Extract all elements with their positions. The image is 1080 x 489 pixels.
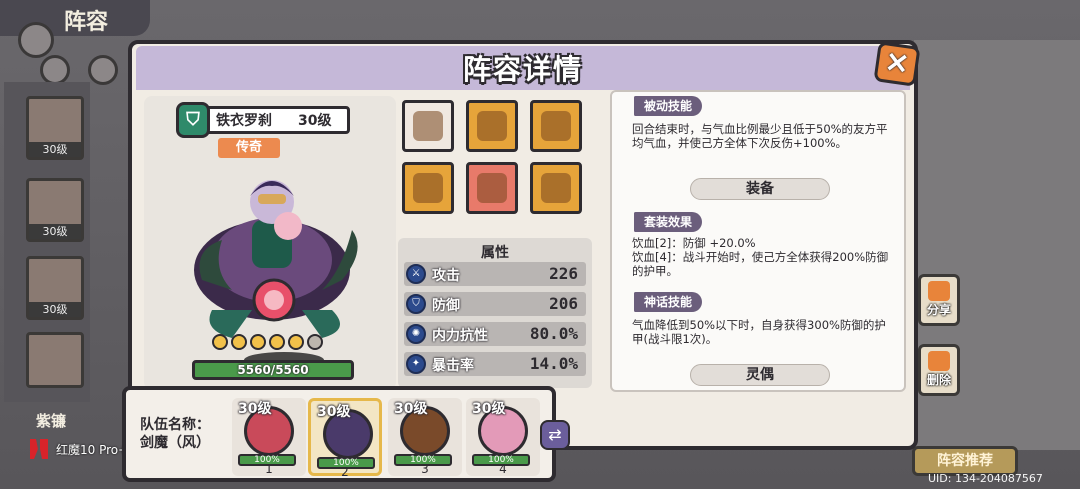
equipment-slot-3[interactable] (530, 100, 582, 152)
set-effect-line-2: 饮血[4]：战斗开始时，使己方全体获得200%防御的护甲。 (632, 250, 889, 278)
user-id: UID: 134-204087567 (928, 472, 1043, 485)
share-label: 分享 (926, 303, 951, 317)
attribute-value: 206 (549, 294, 578, 313)
hero-name: 铁衣罗刹 (216, 113, 272, 129)
sidebar-hero-level: 30级 (29, 302, 81, 317)
star-filled-icon (212, 334, 228, 350)
star-filled-icon (288, 334, 304, 350)
equipment-section-header: 装备 (690, 178, 830, 200)
hero-portrait[interactable] (192, 160, 412, 350)
team-member-level: 30级 (317, 404, 351, 420)
delete-button[interactable]: 删除 (918, 344, 960, 396)
attribute-value: 226 (549, 264, 578, 283)
pink-pig-relic-icon (413, 111, 443, 141)
pot-icon (477, 111, 507, 141)
star-filled-icon (269, 334, 285, 350)
team-member-index: 1 (265, 462, 273, 476)
star-filled-icon (250, 334, 266, 350)
sidebar-hero-level: 30级 (29, 142, 81, 157)
attribute-label: 防御 (432, 298, 460, 314)
sidebar-selected-name: 紫镰 (36, 412, 67, 430)
set-effect-line-1: 饮血[2]：防御 +20.0% (632, 236, 756, 250)
myth-skill-tag: 神话技能 (634, 292, 703, 312)
swirl-icon: ✺ (406, 324, 426, 344)
team-name-value: 剑魔（风） (140, 435, 210, 451)
myth-skill-text: 气血降低到50%以下时，自身获得300%防御的护甲(战斗限1次)。 (632, 318, 886, 346)
attribute-label: 攻击 (432, 268, 460, 284)
device-watermark: 红魔10 Pro+ (28, 436, 128, 462)
team-member-2[interactable]: 30级 100% 2 (308, 398, 382, 479)
sidebar-hero-4[interactable] (26, 332, 84, 388)
team-member-1[interactable]: 30级 100% 1 (232, 398, 306, 476)
device-watermark-text: 红魔10 Pro+ (56, 442, 129, 457)
sword-icon: ⚔ (406, 264, 426, 284)
shield-emblem-icon: ⛉ (176, 102, 210, 138)
attribute-label: 暴击率 (432, 358, 474, 374)
star-filled-icon (231, 334, 247, 350)
share-arrow-icon (928, 281, 950, 301)
puppet-section-header: 灵偶 (690, 364, 830, 386)
rarity-badge: 传奇 (218, 138, 280, 158)
chest-armor-icon (541, 111, 571, 141)
team-member-index: 4 (499, 462, 507, 476)
close-button[interactable]: × (873, 41, 921, 87)
team-member-level: 30级 (394, 401, 428, 417)
passive-skill-tag: 被动技能 (634, 96, 703, 116)
boots-icon (413, 173, 443, 203)
element-icon[interactable] (88, 55, 118, 85)
attributes-title: 属性 (481, 245, 509, 261)
attribute-label: 内力抗性 (432, 328, 488, 344)
attribute-row-inner-resist: ✺ 内力抗性 80.0% (404, 322, 586, 346)
device-logo-icon (30, 439, 48, 459)
set-effect-tag: 套装效果 (634, 212, 703, 232)
team-bar: 队伍名称： 剑魔（风） 30级 100% 1 30级 100% 2 30级 10… (122, 386, 556, 482)
share-button[interactable]: 分享 (918, 274, 960, 326)
star-rating (212, 334, 323, 350)
dialog-title: 阵容详情 (462, 53, 583, 86)
shield-icon: ⛉ (406, 294, 426, 314)
equipment-slot-5[interactable] (466, 162, 518, 214)
swap-icon[interactable]: ⇄ (540, 420, 570, 450)
sidebar-hero-1[interactable]: 30级 (26, 96, 84, 160)
pet-beast-icon (477, 173, 507, 203)
passive-skill-text: 回合结束时，与气血比例最少且低于50%的友方平均气血，并使己方全体下次反伤+10… (632, 122, 888, 150)
critical-icon: ✦ (406, 354, 426, 374)
attribute-value: 80.0% (529, 324, 578, 343)
team-name-caption: 队伍名称： (140, 417, 210, 433)
sidebar-hero-2[interactable]: 30级 (26, 178, 84, 242)
star-empty-icon (307, 334, 323, 350)
team-member-3[interactable]: 30级 100% 3 (388, 398, 462, 476)
screen-title: 阵容 (64, 9, 109, 35)
team-name-label: 队伍名称： 剑魔（风） (140, 416, 210, 452)
equipment-slot-1[interactable] (402, 100, 454, 152)
attributes-panel: 属性 ⚔ 攻击 226 ⛉ 防御 206 ✺ 内力抗性 80.0% ✦ 暴击率 … (398, 238, 592, 388)
close-icon: × (882, 43, 913, 82)
sidebar-hero-level: 30级 (29, 224, 81, 239)
hero-level: 30级 (298, 113, 332, 129)
team-member-level: 30级 (238, 401, 272, 417)
settings-ring-icon[interactable] (18, 22, 54, 58)
attribute-row-crit-rate: ✦ 暴击率 14.0% (404, 352, 586, 376)
equipment-slot-2[interactable] (466, 100, 518, 152)
team-member-4[interactable]: 30级 100% 4 (466, 398, 540, 476)
team-member-level: 30级 (472, 401, 506, 417)
trash-can-icon (928, 351, 950, 371)
delete-label: 删除 (926, 373, 951, 387)
skills-panel: 被动技能 回合结束时，与气血比例最少且低于50%的友方平均气血，并使己方全体下次… (610, 90, 906, 392)
tiger-figurine-icon (541, 173, 571, 203)
dialog-header: 阵容详情 (136, 46, 910, 90)
team-member-index: 2 (341, 465, 349, 479)
hero-hp-text: 5560/5560 (237, 363, 309, 377)
hero-hp-bar: 5560/5560 (192, 360, 354, 380)
filter-icon[interactable] (40, 55, 70, 85)
attribute-row-defense: ⛉ 防御 206 (404, 292, 586, 316)
sidebar-hero-3[interactable]: 30级 (26, 256, 84, 320)
equipment-slot-4[interactable] (402, 162, 454, 214)
attribute-row-attack: ⚔ 攻击 226 (404, 262, 586, 286)
team-member-index: 3 (421, 462, 429, 476)
equipment-slot-6[interactable] (530, 162, 582, 214)
attribute-value: 14.0% (529, 354, 578, 373)
